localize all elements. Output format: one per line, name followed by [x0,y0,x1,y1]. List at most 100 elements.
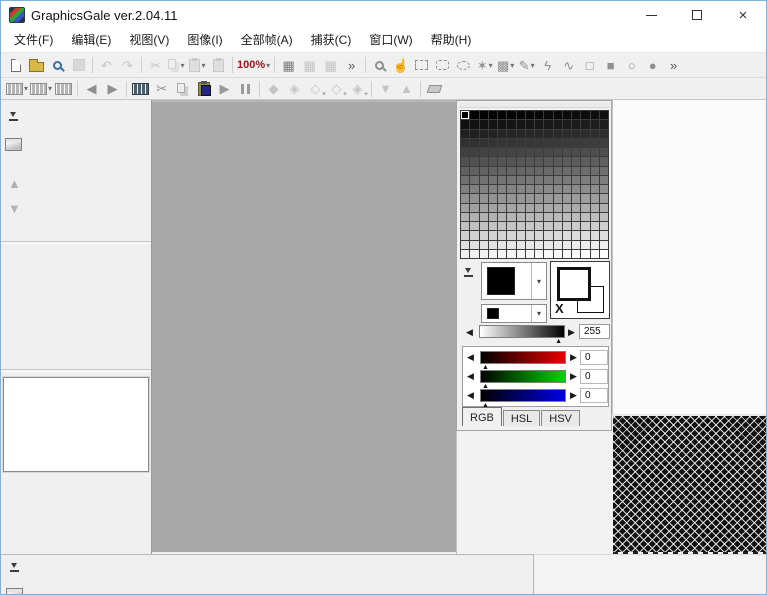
chevron-down-icon[interactable]: ▾ [531,305,546,322]
palette-cell[interactable] [517,139,525,147]
palette-cell[interactable] [517,176,525,184]
chevron-down-icon[interactable]: ▾ [24,84,28,93]
palette-cell[interactable] [526,250,534,258]
chevron-down-icon[interactable]: ▾ [266,61,270,70]
palette-cell[interactable] [600,231,608,239]
palette-cell[interactable] [581,157,589,165]
copy-button[interactable]: ▾ [166,55,187,75]
palette-cell[interactable] [535,231,543,239]
palette-cell[interactable] [572,204,580,212]
palette-cell[interactable] [535,157,543,165]
palette-cell[interactable] [489,130,497,138]
palette-cell[interactable] [554,130,562,138]
palette-cell[interactable] [498,176,506,184]
chevron-down-icon[interactable]: ▾ [180,61,184,70]
palette-cell[interactable] [563,213,571,221]
palette-cell[interactable] [544,148,552,156]
chevron-down-icon[interactable]: ▾ [531,61,535,70]
menu-capture[interactable]: 捕获(C) [302,29,361,52]
palette-cell[interactable] [544,222,552,230]
delete-layer-button[interactable]: ◇× [305,79,326,99]
palette-cell[interactable] [581,204,589,212]
palette-cell[interactable] [572,157,580,165]
layer-up-button[interactable]: ▲ [8,176,21,191]
palette-cell[interactable] [498,130,506,138]
palette-cell[interactable] [526,148,534,156]
palette-cell[interactable] [517,222,525,230]
menu-all-frames[interactable]: 全部帧(A) [232,29,302,52]
palette-cell[interactable] [591,120,599,128]
palette-cell[interactable] [563,139,571,147]
palette-cell[interactable] [554,176,562,184]
palette-cell[interactable] [461,139,469,147]
palette-cell[interactable] [489,148,497,156]
palette-cell[interactable] [544,139,552,147]
palette-cell[interactable] [544,231,552,239]
fill-tool-button[interactable]: ▩▾ [495,55,516,75]
palette-cell[interactable] [554,120,562,128]
canvas[interactable] [152,100,456,552]
palette-cell[interactable] [581,185,589,193]
paste-special-button[interactable] [208,55,229,75]
palette-cell[interactable] [591,130,599,138]
palette-cell[interactable] [581,250,589,258]
palette-cell[interactable] [572,130,580,138]
palette-cell[interactable] [461,148,469,156]
palette-cell[interactable] [554,185,562,193]
palette-cell[interactable] [498,139,506,147]
rect-tool-button[interactable]: □ [579,55,600,75]
palette-cell[interactable] [507,194,515,202]
palette-cell[interactable] [470,167,478,175]
palette-cell[interactable] [489,176,497,184]
palette-cell[interactable] [591,148,599,156]
palette-cell[interactable] [581,130,589,138]
new-file-button[interactable] [5,55,26,75]
move-down-button[interactable]: ▼ [375,79,396,99]
palette-cell[interactable] [461,250,469,258]
filled-rect-tool-button[interactable]: ■ [600,55,621,75]
palette-cell[interactable] [489,139,497,147]
palette-cell[interactable] [480,194,488,202]
palette-cell[interactable] [572,176,580,184]
palette-cell[interactable] [480,241,488,249]
palette-cell[interactable] [591,176,599,184]
title-bar[interactable]: GraphicsGale ver.2.04.11 × [1,1,766,29]
menu-file[interactable]: 文件(F) [5,29,62,52]
palette-cell[interactable] [461,176,469,184]
palette-cell[interactable] [526,241,534,249]
tab-rgb[interactable]: RGB [462,407,502,426]
palette-cell[interactable] [498,194,506,202]
palette-cell[interactable] [489,222,497,230]
pattern-window[interactable] [613,414,767,552]
palette-cell[interactable] [526,139,534,147]
palette-cell[interactable] [507,204,515,212]
palette-cell[interactable] [498,213,506,221]
palette-cell[interactable] [507,250,515,258]
palette-cell[interactable] [507,167,515,175]
palette-cell[interactable] [507,231,515,239]
preview-thumbnail[interactable] [3,377,149,472]
palette-cell[interactable] [554,194,562,202]
ellipse-tool-button[interactable]: ○ [621,55,642,75]
palette-cell[interactable] [517,194,525,202]
palette-cell[interactable] [461,167,469,175]
palette-cell[interactable] [480,213,488,221]
grid-half-toggle-button[interactable]: ▦ [299,55,320,75]
palette-cell[interactable] [498,241,506,249]
polyline-tool-button[interactable]: ϟ [537,55,558,75]
red-slider-value-field[interactable]: 0 [580,350,608,365]
palette-cell[interactable] [470,157,478,165]
palette-cell[interactable] [581,213,589,221]
palette-cell[interactable] [600,185,608,193]
chevron-down-icon[interactable]: ▾ [531,263,546,299]
palette-cell[interactable] [563,167,571,175]
palette-cell[interactable] [470,148,478,156]
chevron-down-icon[interactable]: ▾ [510,61,514,70]
palette-cell[interactable] [591,111,599,119]
palette-cell[interactable] [535,194,543,202]
zoom-level-dropdown[interactable]: 100%▾ [236,55,271,75]
palette-cell[interactable] [535,167,543,175]
palette-cell[interactable] [480,139,488,147]
palette-cell[interactable] [544,111,552,119]
tools-toolbar-overflow-button[interactable]: » [663,55,684,75]
